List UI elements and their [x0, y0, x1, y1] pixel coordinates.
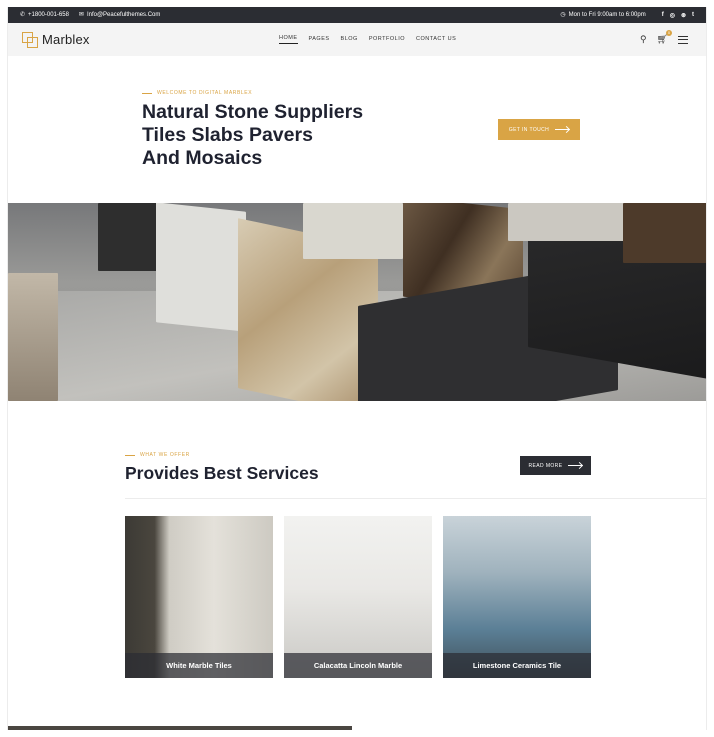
nav-contact-us[interactable]: CONTACT US [416, 36, 456, 44]
page: ✆ +1800-001-658 ✉ Info@Peacefulthemes.Co… [7, 7, 707, 730]
service-card-caption: Limestone Ceramics Tile [443, 653, 591, 678]
opening-hours: ◷ Mon to Fri 9:00am to 6:00pm [560, 12, 645, 18]
service-card-white-marble[interactable]: White Marble Tiles [125, 516, 273, 678]
get-in-touch-label: GET IN TOUCH [508, 126, 550, 133]
social-links: f ◎ ⊛ t [662, 12, 694, 19]
clock-icon: ◷ [560, 12, 566, 18]
hero-title-line-1: Natural Stone Suppliers [142, 101, 364, 123]
nav-portfolio[interactable]: PORTFOLIO [369, 36, 405, 44]
hero-section: WELCOME TO DIGITAL MARBLEX Natural Stone… [8, 56, 706, 203]
search-icon[interactable]: ⚲ [640, 34, 647, 45]
nav-blog[interactable]: BLOG [341, 36, 358, 44]
arrow-right-icon [568, 465, 583, 466]
email-address: Info@Peacefulthemes.Com [86, 12, 161, 18]
cart-icon[interactable]: 🛒︎ 0 [657, 30, 672, 45]
phone-contact[interactable]: ✆ +1800-001-658 [20, 12, 69, 18]
next-section-image [8, 726, 352, 730]
nav-pages[interactable]: PAGES [309, 36, 330, 44]
instagram-icon[interactable]: ◎ [670, 12, 675, 19]
site-header: Marblex HOME PAGES BLOG PORTFOLIO CONTAC… [8, 23, 706, 56]
service-card-limestone[interactable]: Limestone Ceramics Tile [443, 516, 591, 678]
showroom-image [8, 203, 706, 401]
hero-title: Natural Stone Suppliers Tiles Slabs Pave… [142, 101, 442, 170]
divider [125, 498, 706, 499]
service-card-caption: Calacatta Lincoln Marble [284, 653, 432, 678]
logo-mark-icon [22, 31, 38, 48]
service-card-caption: White Marble Tiles [125, 653, 273, 678]
arrow-right-icon [555, 129, 570, 130]
cart-count-badge: 0 [666, 30, 672, 36]
hero-title-line-2: Tiles Slabs Pavers [142, 124, 313, 146]
hero-eyebrow-text: WELCOME TO DIGITAL MARBLEX [157, 90, 253, 96]
hero-title-line-3: And Mosaics [142, 147, 263, 169]
hours-text: Mon to Fri 9:00am to 6:00pm [568, 12, 646, 18]
top-bar: ✆ +1800-001-658 ✉ Info@Peacefulthemes.Co… [8, 7, 706, 23]
read-more-label: READ MORE [528, 462, 563, 469]
email-contact[interactable]: ✉ Info@Peacefulthemes.Com [79, 12, 161, 18]
header-actions: ⚲ 🛒︎ 0 [640, 23, 688, 56]
services-title: Provides Best Services [125, 463, 319, 483]
phone-icon: ✆ [20, 12, 26, 18]
mail-icon: ✉ [78, 12, 84, 18]
twitter-icon[interactable]: t [692, 12, 694, 19]
services-eyebrow: WHAT WE OFFER [125, 452, 190, 458]
nav-home[interactable]: HOME [279, 35, 298, 44]
services-eyebrow-text: WHAT WE OFFER [140, 452, 190, 458]
skype-icon[interactable]: ⊛ [681, 12, 686, 19]
phone-number: +1800-001-658 [28, 12, 69, 18]
logo-text: Marblex [42, 32, 90, 47]
service-card-calacatta[interactable]: Calacatta Lincoln Marble [284, 516, 432, 678]
main-nav: HOME PAGES BLOG PORTFOLIO CONTACT US [279, 23, 456, 56]
read-more-button[interactable]: READ MORE [520, 456, 591, 475]
logo[interactable]: Marblex [22, 31, 90, 48]
menu-icon[interactable] [678, 35, 688, 44]
get-in-touch-button[interactable]: GET IN TOUCH [498, 119, 580, 140]
facebook-icon[interactable]: f [662, 12, 664, 19]
hero-eyebrow: WELCOME TO DIGITAL MARBLEX [142, 90, 252, 96]
